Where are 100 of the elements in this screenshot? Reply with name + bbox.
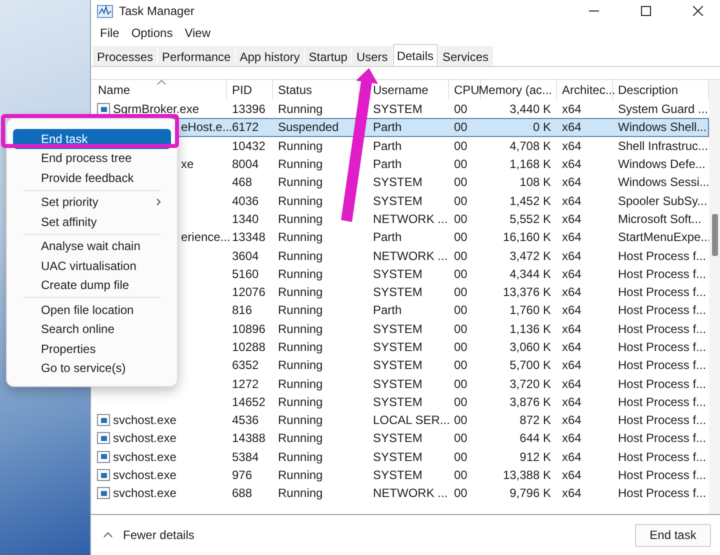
table-row[interactable]: svchost.exe 14388 Running SYSTEM 00 644 K x64 Host Process f...: [93, 429, 709, 448]
table-cell: svchost.exe: [113, 431, 176, 446]
maximize-icon: [641, 6, 651, 16]
table-row[interactable]: svchost.exe 5384 Running SYSTEM 00 912 K x64 Host Process f...: [93, 448, 709, 466]
table-cell-text: x64: [561, 194, 582, 208]
table-cell-text: Running: [277, 230, 324, 244]
menu-item[interactable]: UAC virtualisation: [13, 256, 171, 276]
table-cell-text: x64: [561, 486, 582, 500]
table-row[interactable]: 14652 Running SYSTEM 00 3,876 K x64 Host Process f...: [93, 392, 709, 412]
app-window-icon: [97, 450, 110, 463]
table-cell-text: 5,700 K: [508, 358, 552, 372]
menu-item[interactable]: Go to service(s): [13, 358, 171, 378]
scrollbar-thumb[interactable]: [712, 214, 718, 256]
table-row[interactable]: SgrmBroker.exe 13396 Running SYSTEM 00 3,440 K x64 System Guard ...: [93, 100, 709, 118]
menu-item[interactable]: Open file location: [13, 300, 171, 320]
menu-item[interactable]: Create dump file: [13, 276, 171, 295]
table-cell-text: 00: [453, 194, 468, 208]
menu-bar-item[interactable]: Options: [126, 24, 178, 42]
menu-item[interactable]: Search online: [13, 320, 171, 339]
table-cell-text: 5160: [231, 266, 260, 281]
table-cell-text: 00: [453, 376, 468, 391]
table-cell-text: SYSTEM: [372, 102, 424, 116]
column-header[interactable]: Memory (ac...: [478, 83, 552, 97]
column-header[interactable]: Status: [278, 83, 312, 97]
table-cell-text: Running: [277, 248, 324, 263]
table-cell-text: Host Process f...: [617, 285, 708, 300]
table-cell-text: 3,472 K: [508, 248, 552, 263]
table-cell-text: Running: [277, 394, 324, 409]
menu-bar-item[interactable]: View: [180, 24, 216, 42]
table-row[interactable]: svchost.exe 688 Running NETWORK ... 00 9,796 K x64 Host Process f...: [93, 484, 709, 503]
tab[interactable]: Performance: [158, 46, 235, 66]
table-cell-text: 00: [453, 322, 468, 336]
app-window-icon: [97, 469, 110, 482]
table-cell-text: SYSTEM: [372, 358, 424, 372]
table-cell-text: Running: [277, 175, 324, 190]
tab[interactable]: Startup: [304, 46, 352, 66]
table-cell-text: SYSTEM: [372, 340, 424, 354]
column-header[interactable]: PID: [232, 83, 252, 97]
menu-item[interactable]: Properties: [13, 339, 171, 358]
tab[interactable]: Users: [352, 46, 392, 66]
menu-item[interactable]: Provide feedback: [13, 168, 171, 188]
table-cell-text: 816: [231, 303, 254, 318]
table-cell-text: Running: [277, 431, 324, 446]
table-row[interactable]: svchost.exe 4536 Running LOCAL SER... 00 872 K x64 Host Process f...: [93, 411, 709, 430]
table-cell-text: System Guard ...: [617, 102, 709, 116]
table-cell-text: Microsoft Soft...: [617, 212, 702, 226]
tab[interactable]: Services: [438, 46, 493, 66]
table-cell-text: 1340: [231, 212, 260, 226]
tab[interactable]: Details: [392, 44, 438, 66]
table-cell-text: 644 K: [518, 431, 552, 446]
column-header[interactable]: Name: [98, 83, 130, 97]
table-cell-text: SYSTEM: [372, 194, 424, 208]
column-header[interactable]: CPU: [454, 83, 480, 97]
table-cell-text: 00: [453, 340, 468, 354]
table-cell-text: StartMenuExpe...: [617, 230, 709, 244]
table-cell-text: Suspended: [277, 120, 340, 134]
menu-item[interactable]: Set affinity: [13, 212, 171, 232]
menu-item[interactable]: Set priority: [13, 192, 171, 212]
table-cell-text: Shell Infrastruc...: [617, 138, 709, 153]
table-cell-text: 00: [453, 102, 468, 116]
table-cell-text: Host Process f...: [617, 266, 708, 281]
table-cell-text: 00: [453, 266, 468, 281]
table-cell-text: 00: [453, 230, 468, 244]
scrollbar[interactable]: [709, 80, 720, 514]
table-cell-text: SYSTEM: [372, 285, 424, 300]
table-cell-text: 00: [453, 248, 468, 263]
table-cell-text: x64: [561, 394, 582, 409]
column-header[interactable]: Architec...: [562, 83, 616, 97]
menu-item[interactable]: Analyse wait chain: [13, 236, 171, 256]
table-cell-text: Running: [277, 138, 324, 153]
table-cell-text: 00: [453, 175, 468, 190]
table-row[interactable]: svchost.exe 976 Running SYSTEM 00 13,388 K x64 Host Process f...: [93, 466, 709, 484]
table-cell-text: 00: [453, 138, 468, 153]
table-cell-text: Windows Sessi...: [617, 175, 709, 190]
tab[interactable]: Processes: [93, 46, 158, 66]
fewer-details-link[interactable]: Fewer details: [103, 528, 194, 542]
table-cell-text: Running: [277, 157, 324, 172]
end-task-button[interactable]: End task: [635, 524, 711, 546]
column-header[interactable]: Description: [618, 83, 678, 97]
column-header[interactable]: Username: [373, 83, 428, 97]
table-cell-text: Host Process f...: [617, 376, 708, 391]
menu-item[interactable]: End process tree: [13, 148, 171, 168]
menu-bar-item[interactable]: File: [95, 24, 124, 42]
table-cell-text: Running: [277, 102, 324, 116]
table-cell-text: NETWORK ...: [372, 248, 449, 263]
table-cell: svchost.exe: [113, 450, 176, 464]
table-cell-text: x64: [561, 266, 582, 281]
table-cell-text: x64: [561, 450, 582, 464]
table-cell-text: x64: [561, 175, 582, 190]
table-cell-text: Running: [277, 486, 324, 500]
table-cell-text: Host Process f...: [617, 322, 708, 336]
table-cell-text: 16,160 K: [502, 230, 552, 244]
table-cell-text: x64: [561, 322, 582, 336]
table-cell-text: 00: [453, 394, 468, 409]
tab[interactable]: App history: [236, 46, 304, 66]
table-cell-text: 13,376 K: [502, 285, 552, 300]
table-cell-text: x64: [561, 230, 582, 244]
table-cell-text: 00: [453, 157, 468, 172]
app-window-icon: [97, 487, 110, 500]
table-cell-text: Spooler SubSy...: [617, 194, 708, 208]
